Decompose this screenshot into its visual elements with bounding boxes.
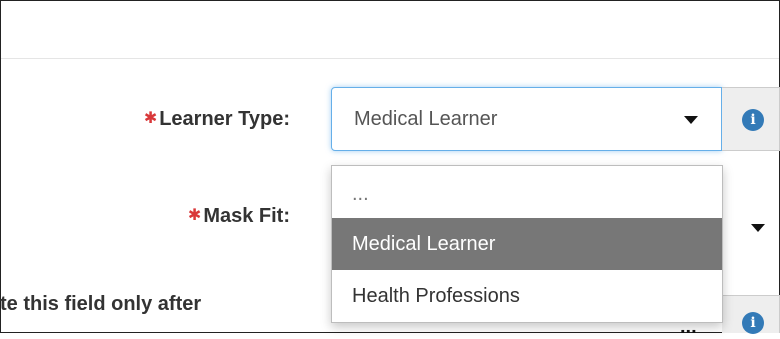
required-asterisk-icon: ✱ [187,207,202,224]
learner-type-dropdown-menu: ... Medical Learner Health Professions [331,165,723,323]
third-field-label: te this field only after [0,293,202,315]
info-circle-icon[interactable]: i [742,312,764,334]
dropdown-option-medical-learner[interactable]: Medical Learner [332,218,722,270]
third-field-info-addon[interactable]: i [722,295,780,334]
mask-fit-caret-down-icon[interactable] [751,224,765,232]
required-asterisk-icon: ✱ [143,110,158,127]
mask-fit-label-text: Mask Fit: [203,205,290,227]
info-circle-icon[interactable]: i [742,109,764,131]
learner-type-selected-value: Medical Learner [354,108,498,130]
dropdown-option-empty[interactable]: ... [332,168,722,220]
learner-type-label-text: Learner Type: [159,108,290,130]
caret-down-icon [684,116,698,124]
learner-type-info-addon[interactable]: i [722,87,780,151]
mask-fit-label: ✱ Mask Fit: [188,205,290,228]
top-bar [1,1,779,59]
learner-type-select[interactable]: Medical Learner [331,87,722,151]
dropdown-option-health-professions[interactable]: Health Professions [332,270,722,322]
learner-type-label: ✱ Learner Type: [144,108,290,131]
